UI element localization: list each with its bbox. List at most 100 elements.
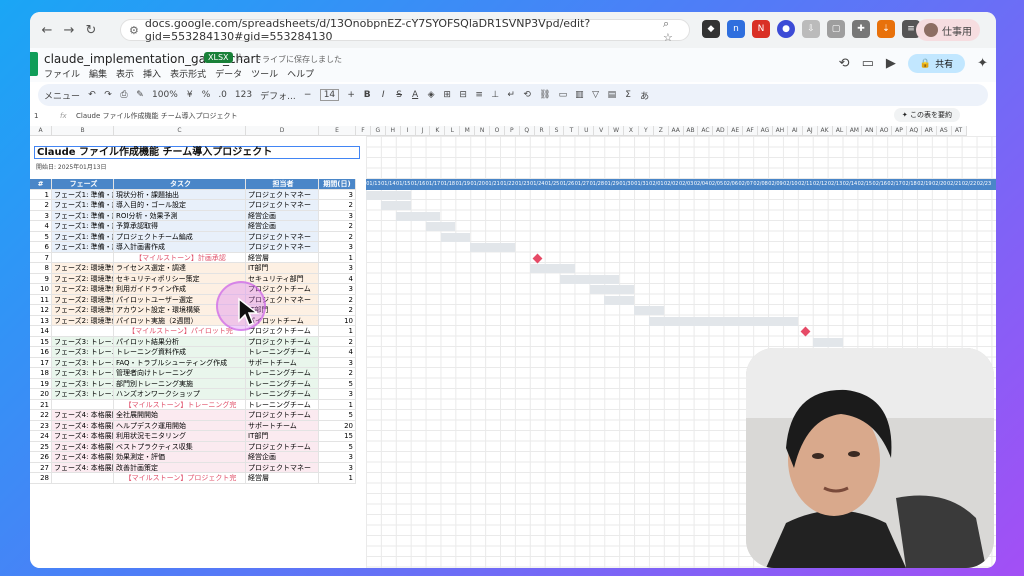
row-number[interactable]: 8 <box>30 263 52 274</box>
table-row[interactable]: 23 フェーズ4: 本格展開 ヘルプデスク運用開始 サポートチーム 20 <box>30 420 356 431</box>
table-row[interactable]: 15 フェーズ3: トレーニ パイロット結果分析 プロジェクトチーム 2 <box>30 336 356 347</box>
phase-cell[interactable] <box>52 473 114 484</box>
owner-cell[interactable]: サポートチーム <box>246 357 319 368</box>
phase-cell[interactable]: フェーズ3: トレーニ <box>52 347 114 358</box>
owner-cell[interactable]: 経営企画 <box>246 210 319 221</box>
phase-cell[interactable]: フェーズ2: 環境準備 <box>52 294 114 305</box>
phase-cell[interactable]: フェーズ3: トレーニ <box>52 378 114 389</box>
row-number[interactable]: 17 <box>30 357 52 368</box>
days-cell[interactable]: 3 <box>319 462 356 473</box>
column-header-ao[interactable]: AO <box>877 126 893 135</box>
days-cell[interactable]: 2 <box>319 221 356 232</box>
link-icon[interactable]: ⛓ <box>539 90 550 100</box>
print-icon[interactable]: ⎙ <box>120 90 128 100</box>
column-header-b[interactable]: B <box>52 126 114 135</box>
column-header-aq[interactable]: AQ <box>907 126 922 135</box>
column-header-aj[interactable]: AJ <box>803 126 818 135</box>
task-cell[interactable]: 現状分析・課題抽出 <box>114 189 246 200</box>
owner-cell[interactable]: プロジェクトマネー <box>246 231 319 242</box>
days-cell[interactable]: 4 <box>319 273 356 284</box>
row-number[interactable]: 20 <box>30 389 52 400</box>
owner-cell[interactable]: サポートチーム <box>246 420 319 431</box>
table-row[interactable]: 2 フェーズ1: 準備・計 導入目的・ゴール設定 プロジェクトマネー 2 <box>30 200 356 211</box>
column-header-m[interactable]: M <box>460 126 476 135</box>
owner-cell[interactable]: プロジェクトチーム <box>246 441 319 452</box>
column-header-p[interactable]: P <box>505 126 520 135</box>
row-number[interactable]: 24 <box>30 431 52 442</box>
days-cell[interactable]: 2 <box>319 305 356 316</box>
days-cell[interactable]: 2 <box>319 336 356 347</box>
input-tools-button[interactable]: あ <box>640 89 649 102</box>
column-header-o[interactable]: O <box>490 126 505 135</box>
days-cell[interactable]: 3 <box>319 189 356 200</box>
owner-cell[interactable]: 経営企画 <box>246 452 319 463</box>
owner-cell[interactable]: トレーニングチーム <box>246 347 319 358</box>
days-cell[interactable]: 15 <box>319 431 356 442</box>
column-header-at[interactable]: AT <box>952 126 967 135</box>
menu-file[interactable]: ファイル <box>44 67 80 80</box>
menu-edit[interactable]: 編集 <box>89 67 107 80</box>
task-cell[interactable]: 効果測定・評価 <box>114 452 246 463</box>
phase-cell[interactable]: フェーズ2: 環境準備 <box>52 284 114 295</box>
days-cell[interactable]: 3 <box>319 357 356 368</box>
days-cell[interactable]: 3 <box>319 284 356 295</box>
days-cell[interactable]: 4 <box>319 347 356 358</box>
days-cell[interactable]: 20 <box>319 420 356 431</box>
column-header-s[interactable]: S <box>550 126 565 135</box>
row-number[interactable]: 5 <box>30 231 52 242</box>
column-header-af[interactable]: AF <box>743 126 759 135</box>
row-number[interactable]: 19 <box>30 378 52 389</box>
table-row[interactable]: 21 【マイルストーン】トレーニング完 トレーニングチーム 1 <box>30 399 356 410</box>
days-cell[interactable]: 2 <box>319 294 356 305</box>
days-cell[interactable]: 3 <box>319 452 356 463</box>
column-header-an[interactable]: AN <box>862 126 878 135</box>
column-header-r[interactable]: R <box>535 126 550 135</box>
row-number[interactable]: 23 <box>30 420 52 431</box>
row-number[interactable]: 26 <box>30 452 52 463</box>
table-row[interactable]: 10 フェーズ2: 環境準備 利用ガイドライン作成 プロジェクトチーム 3 <box>30 284 356 295</box>
owner-cell[interactable]: プロジェクトチーム <box>246 336 319 347</box>
row-number[interactable]: 13 <box>30 315 52 326</box>
extension-icon[interactable]: ▢ <box>827 20 845 38</box>
phase-cell[interactable]: フェーズ4: 本格展開 <box>52 410 114 421</box>
column-header-q[interactable]: Q <box>520 126 535 135</box>
row-number[interactable]: 9 <box>30 273 52 284</box>
name-box[interactable]: 1 <box>30 112 60 120</box>
task-cell[interactable]: ベストプラクティス収集 <box>114 441 246 452</box>
table-row[interactable]: 8 フェーズ2: 環境準備 ライセンス選定・調達 IT部門 3 <box>30 263 356 274</box>
font-size-input[interactable]: 14 <box>319 89 340 101</box>
column-header-ab[interactable]: AB <box>684 126 699 135</box>
table-row[interactable]: 4 フェーズ1: 準備・計 予算承認取得 経営企画 2 <box>30 221 356 232</box>
back-icon[interactable]: ← <box>36 23 58 38</box>
days-cell[interactable]: 1 <box>319 473 356 484</box>
phase-cell[interactable] <box>52 399 114 410</box>
owner-cell[interactable]: トレーニングチーム <box>246 378 319 389</box>
task-cell[interactable]: ハンズオンワークショップ <box>114 389 246 400</box>
column-header-n[interactable]: N <box>475 126 491 135</box>
column-header-t[interactable]: T <box>564 126 580 135</box>
column-header-a[interactable]: A <box>30 126 52 135</box>
days-cell[interactable]: 3 <box>319 210 356 221</box>
owner-cell[interactable]: プロジェクトチーム <box>246 326 319 337</box>
column-header-ae[interactable]: AE <box>728 126 744 135</box>
menu-insert[interactable]: 挿入 <box>143 67 161 80</box>
merge-icon[interactable]: ⊟ <box>459 90 467 100</box>
column-header-i[interactable]: I <box>401 126 416 135</box>
row-number[interactable]: 14 <box>30 326 52 337</box>
currency-button[interactable]: ¥ <box>186 90 194 100</box>
owner-cell[interactable]: プロジェクトマネー <box>246 189 319 200</box>
column-header-as[interactable]: AS <box>937 126 952 135</box>
column-header-w[interactable]: W <box>609 126 625 135</box>
row-number[interactable]: 21 <box>30 399 52 410</box>
phase-cell[interactable]: フェーズ1: 準備・計 <box>52 242 114 253</box>
owner-cell[interactable]: 経営層 <box>246 473 319 484</box>
phase-cell[interactable]: フェーズ3: トレーニ <box>52 357 114 368</box>
column-header-z[interactable]: Z <box>654 126 669 135</box>
phase-cell[interactable]: フェーズ1: 準備・計 <box>52 210 114 221</box>
table-row[interactable]: 7 【マイルストーン】計画承認 経営層 1 <box>30 252 356 263</box>
phase-cell[interactable]: フェーズ4: 本格展開 <box>52 431 114 442</box>
reload-icon[interactable]: ↻ <box>80 23 102 38</box>
phase-cell[interactable]: フェーズ1: 準備・計 <box>52 189 114 200</box>
functions-icon[interactable]: Σ <box>624 90 632 100</box>
row-number[interactable]: 10 <box>30 284 52 295</box>
